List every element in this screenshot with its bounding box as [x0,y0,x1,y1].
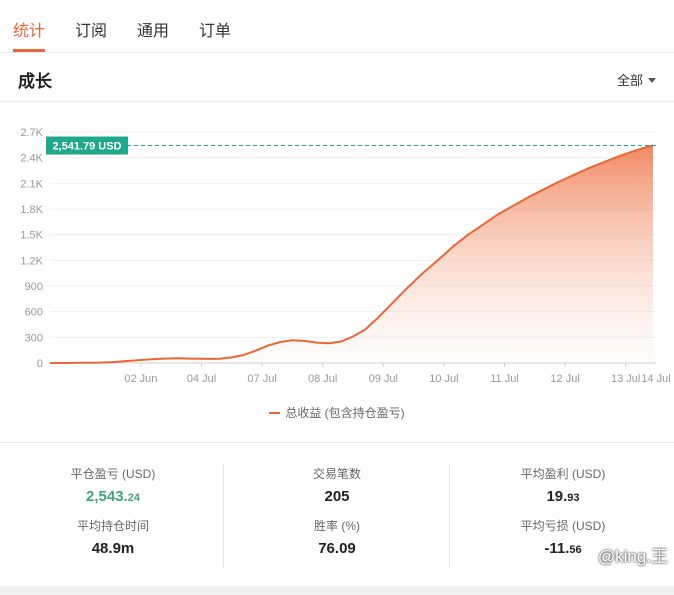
stat-label: 胜率 (%) [314,519,360,533]
y-tick-label: 2.1K [20,178,43,190]
tab-statistics[interactable]: 统计 [13,17,45,41]
x-tick-label: 07 Jul [247,373,276,385]
stat-column-separator [449,464,450,568]
x-tick-label: 14 Jul [641,373,670,385]
y-tick-label: 1.2K [20,255,43,267]
x-tick-label: 13 Jul [611,373,640,385]
stat-value: 2,543.24 [86,488,140,505]
stat-label: 平均持仓时间 [76,519,149,533]
stat-win-rate: 胜率 (%) 76.09 [227,517,447,557]
x-tick-label: 04 Jul [187,373,216,385]
stat-label: 平仓盈亏 (USD) [70,467,156,481]
stat-trade-count: 交易笔数 205 [227,465,447,505]
tab-orders[interactable]: 订单 [199,17,231,41]
series-area [50,145,653,363]
tab-subscriptions[interactable]: 订阅 [75,17,107,41]
tab-general[interactable]: 通用 [137,17,169,41]
y-tick-label: 0 [37,358,43,370]
y-tick-label: 1.5K [20,230,43,242]
legend-swatch [269,412,281,414]
y-tick-label: 300 [25,332,43,344]
y-tick-label: 2.7K [20,127,43,139]
y-tick-label: 600 [25,307,43,319]
range-filter-label: 全部 [616,73,643,88]
section-title: 成长 [18,72,52,91]
x-tick-label: 08 Jul [308,373,337,385]
x-tick-label: 12 Jul [550,373,579,385]
legend-label: 总收益 (包含持仓盈亏) [285,406,405,420]
stat-value: 48.9m [91,540,135,557]
chart-legend: 总收益 (包含持仓盈亏) [0,404,674,421]
stat-closed-pnl: 平仓盈亏 (USD) 2,543.24 [3,465,223,505]
y-tick-label: 1.8K [20,204,43,216]
section-divider [0,442,674,443]
x-tick-label: 02 Jun [124,373,157,385]
growth-chart: 0 300 600 900 1.2K 1.5K 1.8K 2.1K 2.4K 2.7K 02 Jun… [20,127,670,385]
stat-value: 76.09 [318,540,356,557]
stat-average-holding-time: 平均持仓时间 48.9m [3,517,223,557]
x-tick-label: 11 Jul [490,373,519,385]
y-tick-label: 900 [25,281,43,293]
stat-average-profit: 平均盈利 (USD) 19.93 [453,465,673,505]
bottom-strip [0,586,674,595]
stat-value: 205 [324,488,350,505]
x-tick-label: 10 Jul [429,373,458,385]
growth-section-header: 成长 全部 [0,53,674,102]
active-tab-indicator [13,49,45,52]
stat-label: 交易笔数 [312,467,361,481]
current-value-label: 2,541.79 USD [52,141,121,153]
top-tab-bar: 统计 订阅 通用 订单 [0,0,674,53]
watermark: @king.王 [597,547,668,566]
stat-label: 平均盈利 (USD) [520,467,606,481]
caret-down-icon [648,78,656,83]
x-tick-label: 09 Jul [369,373,398,385]
stat-label: 平均亏损 (USD) [520,519,606,533]
y-tick-label: 2.4K [20,153,43,165]
stat-column-separator [223,464,224,568]
stat-value: 19.93 [546,488,580,505]
range-filter-dropdown[interactable]: 全部 [617,70,656,89]
